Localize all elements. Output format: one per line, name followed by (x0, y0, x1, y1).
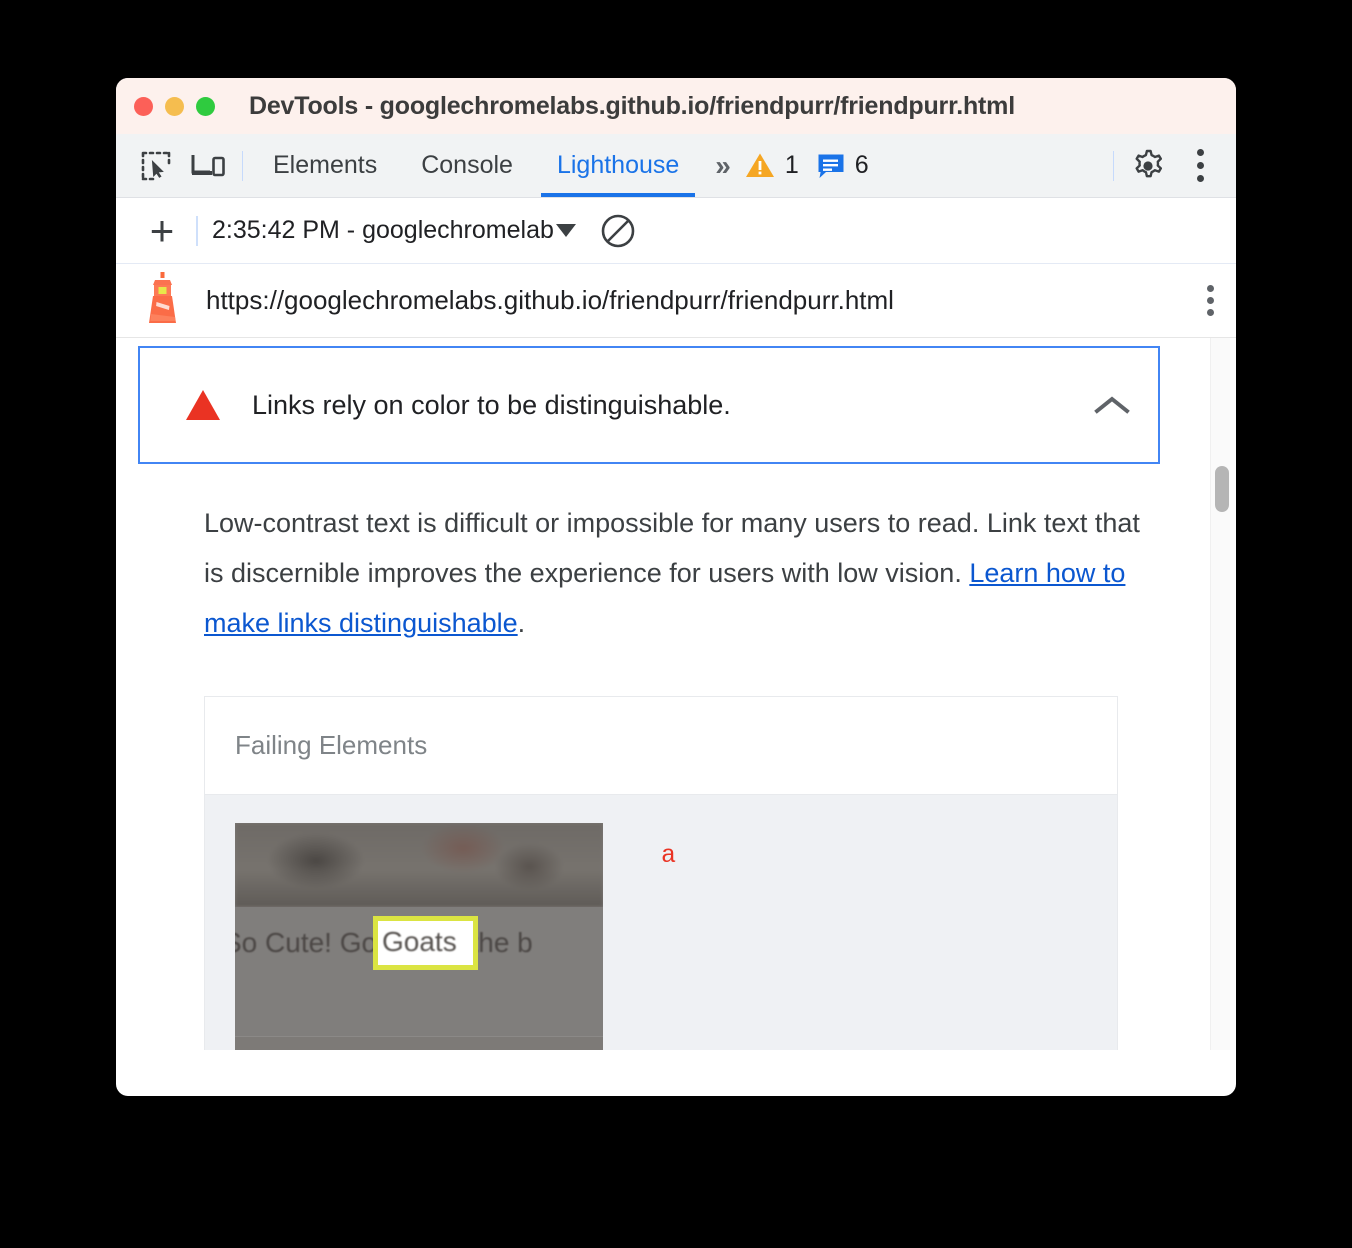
report-url-row: https://googlechromelabs.github.io/frien… (116, 264, 1236, 338)
clear-prohibited-icon (601, 214, 635, 247)
warning-count: 1 (784, 151, 799, 179)
minimize-window-button[interactable] (165, 96, 184, 116)
window-titlebar: DevTools - googlechromelabs.github.io/fr… (116, 78, 1236, 134)
close-window-button[interactable] (134, 96, 153, 116)
report-options-menu[interactable] (1207, 285, 1214, 316)
more-tabs-icon[interactable]: » (701, 150, 741, 182)
failing-elements-table: Failing Elements So Cute! Goats are the … (204, 696, 1118, 1050)
red-triangle-error-icon (186, 390, 220, 420)
devtools-tabbar: Elements Console Lighthouse » 1 6 (116, 134, 1236, 198)
failing-element-thumbnail[interactable]: So Cute! Goats are the b Goats (235, 823, 603, 1050)
warning-triangle-icon (745, 153, 774, 177)
device-toolbar-icon[interactable] (182, 140, 234, 192)
lighthouse-toolbar-divider (196, 215, 198, 246)
chevron-up-icon[interactable] (1092, 392, 1132, 418)
audit-description-period: . (517, 608, 526, 638)
window-title: DevTools - googlechromelabs.github.io/fr… (249, 91, 1015, 120)
report-content: Links rely on color to be distinguishabl… (116, 338, 1236, 1050)
info-count: 6 (854, 151, 869, 179)
caret-down-icon (555, 224, 576, 237)
report-url: https://googlechromelabs.github.io/frien… (206, 285, 894, 315)
report-scrollbar[interactable] (1210, 338, 1230, 1050)
highlighted-link-text: Goats (382, 926, 457, 957)
failing-elements-column-header: Failing Elements (235, 730, 428, 760)
lighthouse-logo-icon (142, 272, 184, 329)
tab-elements[interactable]: Elements (251, 134, 399, 197)
vertical-scroll-thumb[interactable] (1215, 466, 1229, 512)
clear-reports-button[interactable] (600, 213, 636, 249)
element-highlight-box: Goats (373, 916, 478, 970)
toolbar-divider (242, 150, 243, 181)
info-count-group[interactable]: 6 (817, 151, 883, 180)
gear-icon[interactable] (1122, 140, 1174, 192)
report-select[interactable]: 2:35:42 PM - googlechromelab (212, 216, 576, 245)
devtools-overflow-menu-icon[interactable] (1174, 140, 1226, 192)
failing-elements-header: Failing Elements (205, 697, 1117, 795)
report-select-value: 2:35:42 PM - googlechromelab (212, 216, 554, 244)
audit-title: Links rely on color to be distinguishabl… (252, 389, 731, 420)
table-row: So Cute! Goats are the b Goats a (205, 795, 1117, 1050)
audit-description: Low-contrast text is difficult or imposs… (204, 498, 1152, 648)
audit-header[interactable]: Links rely on color to be distinguishabl… (138, 346, 1160, 464)
toolbar-divider-right (1113, 150, 1114, 181)
lighthouse-toolbar: + 2:35:42 PM - googlechromelab (116, 198, 1236, 264)
failing-element-snippet[interactable]: a (661, 823, 676, 1050)
message-info-icon (818, 154, 844, 178)
maximize-window-button[interactable] (196, 96, 215, 116)
thumbnail-photo (235, 823, 603, 907)
tab-lighthouse[interactable]: Lighthouse (535, 134, 701, 197)
warning-count-group[interactable]: 1 (745, 151, 813, 180)
new-report-button[interactable]: + (138, 209, 186, 251)
tab-console[interactable]: Console (399, 134, 535, 197)
devtools-window: DevTools - googlechromelabs.github.io/fr… (116, 78, 1236, 1096)
inspect-element-icon[interactable] (130, 140, 182, 192)
